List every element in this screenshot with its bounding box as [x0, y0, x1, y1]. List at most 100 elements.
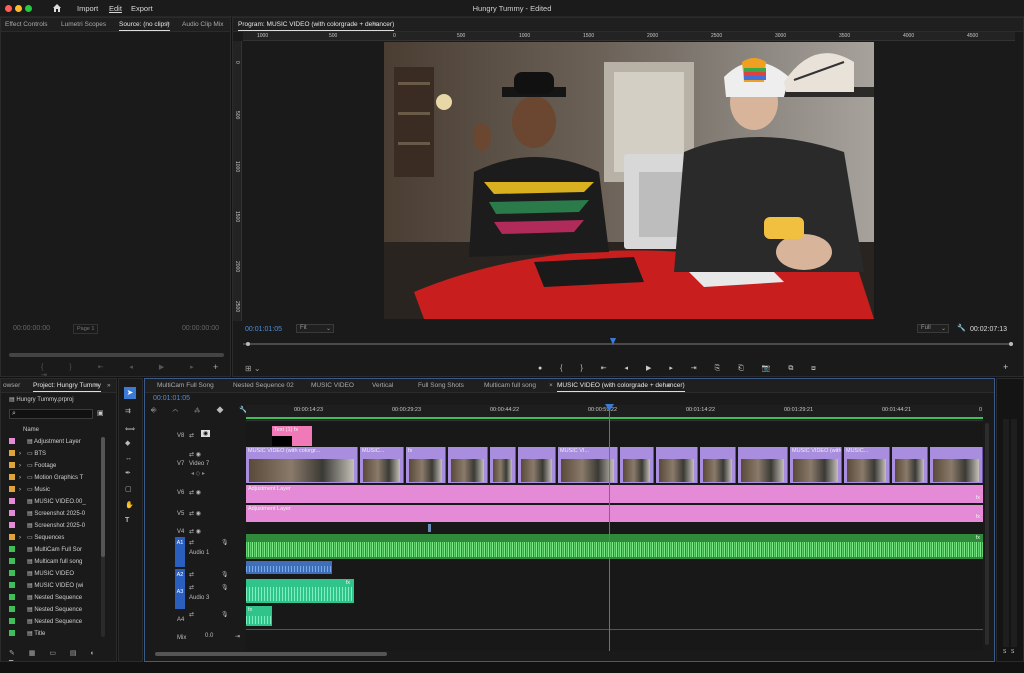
audio-clip-a3[interactable]: fx	[246, 579, 354, 603]
tab-program[interactable]: Program: MUSIC VIDEO (with colorgrade + …	[238, 21, 395, 31]
program-video-frame[interactable]	[384, 42, 874, 319]
audio-clip-a1[interactable]: fx	[246, 534, 983, 559]
project-item[interactable]: ▤ Title	[9, 630, 45, 637]
project-item[interactable]: ▤ MUSIC VIDEO (wi	[9, 582, 83, 589]
safe-margins-icon[interactable]: ⊞ ⌄	[245, 364, 261, 373]
mic-icon[interactable]: 🎙	[221, 571, 229, 578]
video-clip[interactable]	[930, 447, 983, 483]
mic-icon[interactable]: 🎙	[221, 584, 229, 591]
video-clip[interactable]: MUSIC...	[844, 447, 890, 483]
tab-effect-controls[interactable]: Effect Controls	[5, 21, 48, 28]
track-label-v8[interactable]: V8	[177, 433, 184, 439]
video-clip[interactable]	[892, 447, 928, 483]
video-clip[interactable]: MUSIC...	[360, 447, 404, 483]
program-transport-controls[interactable]: ● { } ⇤ ◂ ▶ ▸ ⇥ ⎘ ⎗ 📷 ⧉ ⧈	[538, 364, 824, 373]
solo-left-button[interactable]: S	[1003, 649, 1006, 655]
expand-chevron-icon[interactable]: ›	[19, 487, 27, 493]
v4-marker[interactable]	[428, 524, 431, 532]
expand-chevron-icon[interactable]: ›	[19, 451, 27, 457]
video-clip[interactable]: MUSIC VIDEO (with colorgr...	[246, 447, 358, 483]
video-clip[interactable]: MUSIC VIDEO (with...	[790, 447, 842, 483]
track-area[interactable]: Text (1) fx MUSIC VIDEO (with colorgr...…	[246, 404, 983, 651]
project-item[interactable]: ▤ Nested Sequence	[9, 606, 82, 613]
tab-lumetri-scopes[interactable]: Lumetri Scopes	[61, 21, 106, 28]
source-timecode-in[interactable]: 00:00:00:00	[13, 325, 50, 332]
track-select-tool-icon[interactable]: ⇉	[125, 407, 131, 415]
project-item[interactable]: ▤ Nested Sequence	[9, 618, 82, 625]
label-color-swatch[interactable]	[9, 510, 15, 517]
fit-select[interactable]: Fit ⌄	[296, 324, 334, 333]
project-item[interactable]: › ▭ Motion Graphics T	[9, 474, 83, 481]
track-name-a3[interactable]: Audio 3	[189, 595, 209, 601]
mix-value[interactable]: 0.0	[205, 633, 213, 639]
title-clip[interactable]: Text (1) fx	[272, 426, 312, 446]
expand-chevron-icon[interactable]: ›	[19, 463, 27, 469]
label-color-swatch[interactable]	[9, 630, 15, 637]
label-color-swatch[interactable]	[9, 522, 15, 529]
video-clip[interactable]	[518, 447, 556, 483]
close-tab-icon[interactable]: ×	[549, 382, 553, 389]
source-transport-controls[interactable]: { } ⇤ ◂ ▶ ▸ ⇥	[41, 363, 230, 376]
track-label-v6[interactable]: V6	[177, 490, 184, 496]
project-item[interactable]: ▤ Adjustment Layer	[9, 438, 81, 445]
razor-tool-icon[interactable]: ◆	[125, 439, 130, 447]
label-color-swatch[interactable]	[9, 498, 15, 505]
program-timecode[interactable]: 00:01:01:05	[245, 326, 282, 333]
adjustment-layer-clip-v6[interactable]: Adjustment Layer fx	[246, 485, 983, 503]
track-target-a1[interactable]: A1	[175, 537, 185, 567]
track-name-v7[interactable]: Video 7	[189, 461, 209, 467]
source-scrub-bar[interactable]	[9, 353, 224, 357]
track-sync-icon[interactable]: ⇄ ◉	[189, 451, 201, 458]
panel-overflow-icon[interactable]: »	[107, 382, 111, 389]
program-add-button-icon[interactable]: +	[1003, 362, 1008, 372]
tab-sequence-active[interactable]: MUSIC VIDEO (with colorgrade + dehancer)	[557, 382, 685, 392]
program-panel-menu-icon[interactable]: ≡	[373, 21, 377, 28]
project-bottom-toolbar[interactable]: ✎ ▦ ▭ ▤ ◐ ━	[9, 649, 116, 661]
panel-menu-icon[interactable]: ≡	[166, 21, 170, 28]
keyframe-nav-icon[interactable]: ◂ ◇ ▸	[191, 470, 205, 477]
project-search-input[interactable]: ⌕	[9, 409, 93, 419]
tab-sequence-nested-02[interactable]: Nested Sequence 02	[233, 382, 294, 389]
label-color-swatch[interactable]	[9, 570, 15, 577]
timeline-ruler[interactable]: 00:00:14:23 00:00:29:23 00:00:44:22 00:0…	[246, 405, 983, 421]
timeline-playhead-line[interactable]	[609, 405, 610, 651]
timeline-v-scrollbar[interactable]	[985, 423, 989, 645]
mix-end-icon[interactable]: ⇥	[235, 633, 240, 640]
track-label-v7[interactable]: V7	[177, 461, 184, 467]
timeline-h-scrollbar[interactable]	[155, 652, 387, 656]
label-color-swatch[interactable]	[9, 582, 15, 589]
eye-icon[interactable]: ◉	[201, 430, 211, 437]
project-item[interactable]: ▤ MUSIC VIDEO	[9, 570, 74, 577]
type-tool-icon[interactable]: T	[125, 517, 129, 524]
track-sync-icon[interactable]: ⇄	[189, 432, 194, 439]
audio-clip-a4[interactable]: fx	[246, 606, 272, 626]
solo-right-button[interactable]: S	[1011, 649, 1014, 655]
tab-media-browser[interactable]: owser	[3, 382, 20, 389]
track-label-a4[interactable]: A4	[177, 617, 184, 623]
hand-tool-icon[interactable]: ✋	[125, 501, 134, 509]
project-item[interactable]: ▤ MultiCam Full Sor	[9, 546, 82, 553]
selection-tool-icon[interactable]: ➤	[124, 387, 136, 399]
tab-sequence-vertical[interactable]: Vertical	[372, 382, 393, 389]
label-color-swatch[interactable]	[9, 450, 15, 457]
label-color-swatch[interactable]	[9, 594, 15, 601]
track-sync-icon[interactable]: ⇄ ◉	[189, 510, 201, 517]
video-clip[interactable]: fx	[406, 447, 446, 483]
track-label-v5[interactable]: V5	[177, 511, 184, 517]
mic-icon[interactable]: 🎙	[221, 539, 229, 546]
track-sync-icon[interactable]: ⇄	[189, 539, 194, 546]
track-sync-icon[interactable]: ⇄	[189, 571, 194, 578]
project-item[interactable]: ▤ Multicam full song	[9, 558, 82, 565]
tab-project[interactable]: Project: Hungry Tummy	[33, 382, 101, 392]
track-target-a3[interactable]: A3	[175, 583, 185, 609]
project-item[interactable]: ▤ Nested Sequence	[9, 594, 82, 601]
project-menu-icon[interactable]: ≡	[95, 382, 99, 389]
tab-sequence-multicam-full-song-2[interactable]: Multicam full song	[484, 382, 536, 389]
project-item[interactable]: › ▭ Sequences	[9, 534, 64, 541]
rectangle-tool-icon[interactable]: ▢	[125, 485, 132, 493]
timeline-menu-icon[interactable]: ≡	[667, 382, 671, 389]
tab-sequence-full-song-shots[interactable]: Full Song Shots	[418, 382, 464, 389]
project-item[interactable]: › ▭ Footage	[9, 462, 56, 469]
slip-tool-icon[interactable]: ↔	[125, 455, 132, 462]
label-color-swatch[interactable]	[9, 462, 15, 469]
